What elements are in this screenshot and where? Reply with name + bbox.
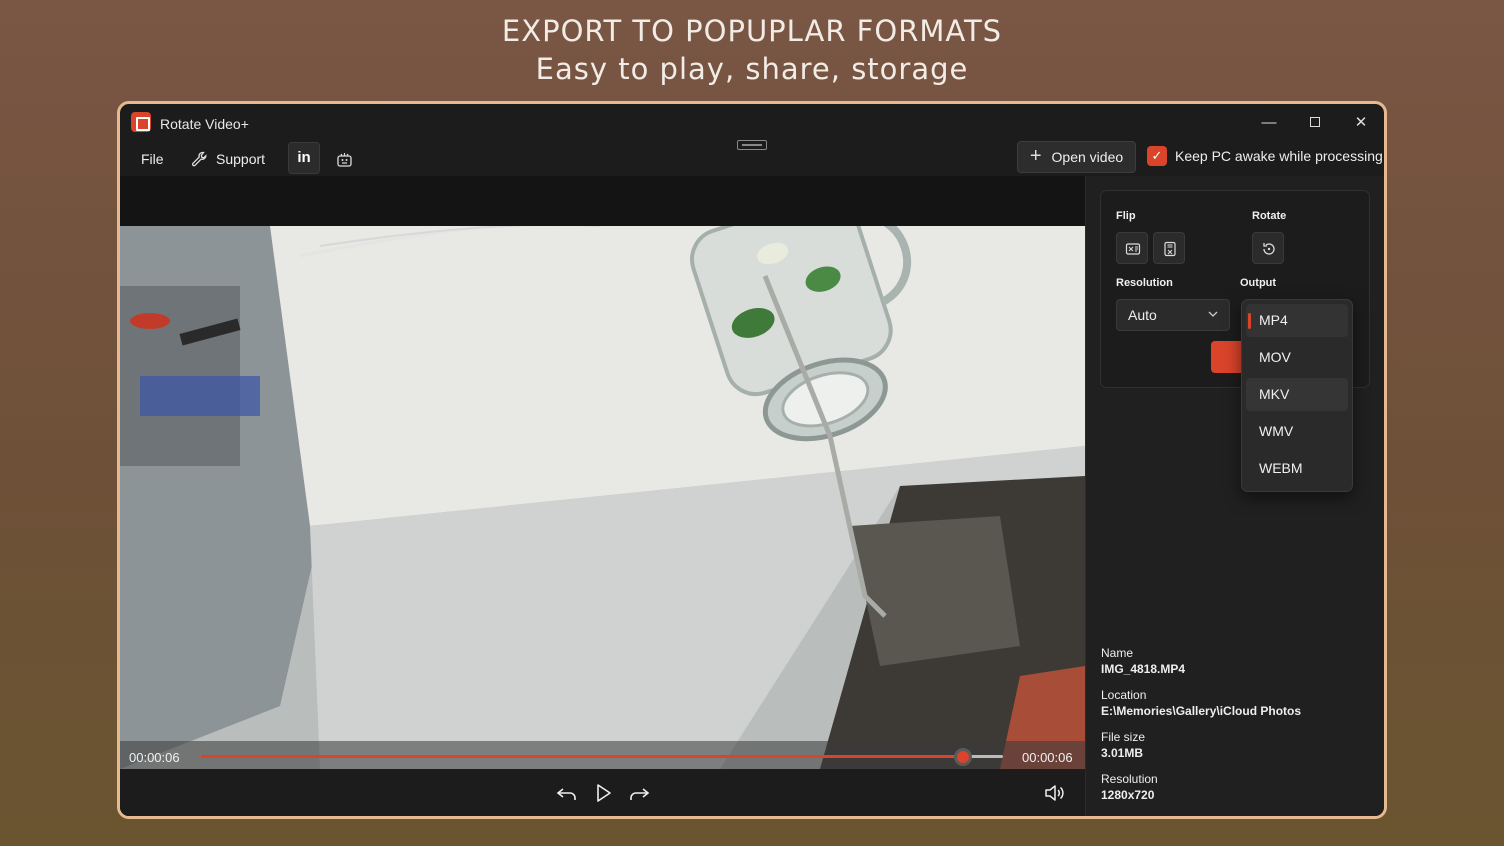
menu-file[interactable]: File xyxy=(141,151,164,167)
output-label: Output xyxy=(1240,277,1277,289)
undo-icon[interactable] xyxy=(554,780,580,806)
plus-icon: + xyxy=(1029,145,1042,167)
app-title: Rotate Video+ xyxy=(160,116,249,132)
video-player: 00:00:06 00:00:06 xyxy=(120,176,1085,816)
file-name-value: IMG_4818.MP4 xyxy=(1101,662,1186,676)
resolution-select[interactable]: Auto xyxy=(1116,299,1230,331)
menu-support-label: Support xyxy=(216,151,266,167)
flip-vertical-button[interactable] xyxy=(1153,232,1185,264)
volume-icon[interactable] xyxy=(1042,780,1068,806)
current-time: 00:00:06 xyxy=(129,750,180,765)
resolution-label: Resolution xyxy=(1116,277,1173,289)
promo-subtitle: Easy to play, share, storage xyxy=(535,52,969,86)
keep-awake-toggle[interactable]: ✓ Keep PC awake while processing xyxy=(1147,146,1383,166)
flip-vertical-icon xyxy=(1164,241,1176,257)
rotate-button[interactable] xyxy=(1252,232,1284,264)
maximize-button[interactable] xyxy=(1298,110,1332,136)
output-option-wmv[interactable]: WMV xyxy=(1246,415,1348,448)
file-location-label: Location xyxy=(1101,688,1147,702)
file-size-label: File size xyxy=(1101,730,1146,744)
flip-label: Flip xyxy=(1116,210,1136,222)
settings-panel: Flip Rotate Resolution Output Auto MP4 M… xyxy=(1086,176,1384,816)
app-window: Rotate Video+ — ✕ File Support in + Open… xyxy=(117,101,1387,819)
flip-horizontal-button[interactable] xyxy=(1116,232,1148,264)
file-name-info: Name IMG_4818.MP4 xyxy=(1101,646,1185,678)
rotate-icon xyxy=(1263,243,1275,255)
close-button[interactable]: ✕ xyxy=(1344,110,1378,136)
rotate-label: Rotate xyxy=(1252,210,1287,222)
keep-awake-checkbox[interactable]: ✓ xyxy=(1147,146,1167,166)
file-name-label: Name xyxy=(1101,646,1134,660)
seek-bar[interactable] xyxy=(200,748,1003,766)
title-bar[interactable]: Rotate Video+ — ✕ xyxy=(120,104,1384,142)
file-location-info: Location E:\Memories\Gallery\iCloud Phot… xyxy=(1101,688,1301,720)
close-icon: ✕ xyxy=(1354,114,1368,131)
output-option-webm[interactable]: WEBM xyxy=(1246,452,1348,485)
output-option-mkv[interactable]: MKV xyxy=(1246,378,1348,411)
file-resolution-info: Resolution 1280x720 xyxy=(1101,772,1158,804)
app-logo-icon xyxy=(131,112,151,132)
open-video-label: Open video xyxy=(1051,149,1124,165)
keep-awake-label: Keep PC awake while processing xyxy=(1175,148,1383,164)
output-format-dropdown[interactable]: MP4 MOV MKV WMV WEBM xyxy=(1241,299,1353,492)
maximize-icon xyxy=(1310,117,1320,127)
video-frame-image xyxy=(120,226,1085,769)
redo-icon[interactable] xyxy=(626,780,652,806)
edit-options-card: Flip Rotate Resolution Output Auto MP4 M… xyxy=(1100,190,1370,492)
output-option-mov[interactable]: MOV xyxy=(1246,341,1348,374)
feedback-icon[interactable] xyxy=(335,149,355,169)
menu-support[interactable]: Support xyxy=(190,149,265,169)
flip-horizontal-icon xyxy=(1125,243,1141,255)
minimize-icon: — xyxy=(1261,114,1277,131)
wrench-icon xyxy=(191,151,207,167)
linkedin-icon: in xyxy=(297,149,311,166)
file-resolution-value: 1280x720 xyxy=(1101,788,1155,802)
file-resolution-label: Resolution xyxy=(1101,772,1158,786)
chevron-down-icon xyxy=(1208,311,1218,317)
seek-thumb[interactable] xyxy=(953,748,972,766)
video-preview[interactable] xyxy=(120,226,1085,769)
play-icon[interactable] xyxy=(590,780,616,806)
playback-controls xyxy=(120,769,1085,816)
resolution-value: Auto xyxy=(1128,307,1157,323)
open-video-button[interactable]: + Open video xyxy=(1017,141,1136,173)
total-time: 00:00:06 xyxy=(1022,750,1073,765)
linkedin-button[interactable]: in xyxy=(288,142,320,174)
file-location-value: E:\Memories\Gallery\iCloud Photos xyxy=(1101,704,1302,718)
minimize-button[interactable]: — xyxy=(1252,110,1286,136)
seek-progress xyxy=(200,755,963,758)
file-size-info: File size 3.01MB xyxy=(1101,730,1145,762)
output-option-mp4[interactable]: MP4 xyxy=(1246,304,1348,337)
promo-title: EXPORT TO POPUPLAR FORMATS xyxy=(501,14,1003,48)
file-size-value: 3.01MB xyxy=(1101,746,1144,760)
